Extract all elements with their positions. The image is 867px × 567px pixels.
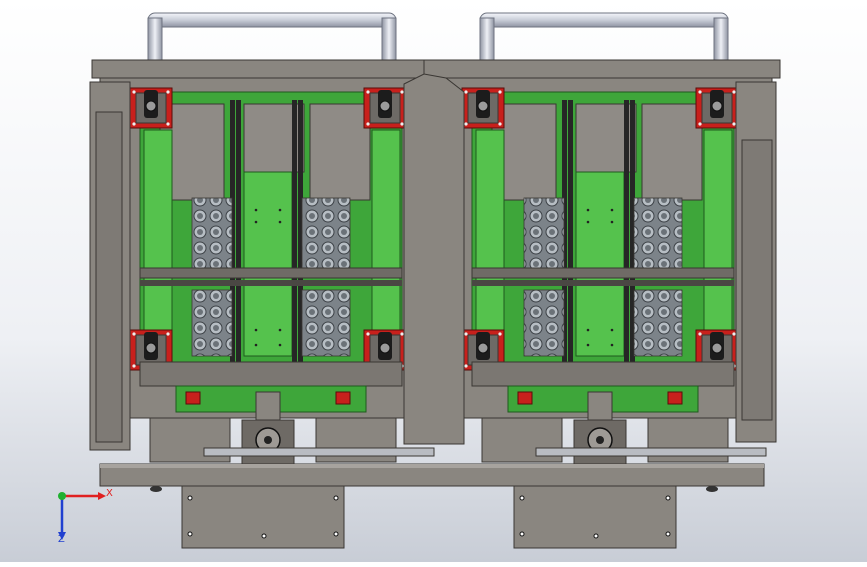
vertical-rail: [624, 100, 629, 362]
gear-mount: [255, 391, 281, 421]
side-panel-left-inner: [95, 111, 123, 443]
z-axis-label: Z: [58, 534, 65, 545]
left-column: [475, 129, 505, 341]
coordinate-triad: X Z Y: [48, 480, 118, 550]
tray-lower-left: [523, 289, 565, 357]
tray-lower-right: [633, 289, 683, 357]
y-axis-dot: [58, 492, 66, 500]
vertical-rail: [568, 100, 573, 362]
mounting-plate: [513, 485, 677, 549]
right-column: [703, 129, 733, 341]
base-beam-highlight: [100, 464, 764, 468]
limit-switch: [667, 391, 683, 405]
limit-switch: [185, 391, 201, 405]
center-divider: [403, 73, 465, 445]
top-pocket-right: [309, 103, 371, 201]
mid-crossbar-shadow: [472, 280, 734, 286]
tray-upper-left: [191, 197, 233, 271]
slide-rail: [535, 447, 767, 457]
lower-mechanism: [139, 361, 403, 387]
lower-mechanism: [471, 361, 735, 387]
top-pocket-right: [641, 103, 703, 201]
side-panel-right-inner: [741, 139, 773, 421]
mid-crossbar-shadow: [140, 280, 402, 286]
right-column: [371, 129, 401, 341]
limit-switch: [517, 391, 533, 405]
tray-lower-right: [301, 289, 351, 357]
mid-crossbar: [471, 267, 735, 279]
foot: [150, 486, 162, 492]
tray-upper-right: [633, 197, 683, 271]
vertical-rail: [292, 100, 297, 362]
tray-lower-left: [191, 289, 233, 357]
x-axis-label: X: [106, 488, 113, 499]
top-beam: [91, 59, 449, 79]
bracket-top-left: [129, 87, 173, 129]
bracket-top-left: [461, 87, 505, 129]
cad-viewport[interactable]: X Z Y: [0, 0, 867, 562]
tray-upper-left: [523, 197, 565, 271]
bracket-top-right: [695, 87, 739, 129]
center-column: [575, 171, 625, 357]
gear-hub: [264, 436, 272, 444]
gear-mount: [587, 391, 613, 421]
top-beam: [423, 59, 781, 79]
center-column: [243, 171, 293, 357]
limit-switch: [335, 391, 351, 405]
tray-upper-right: [301, 197, 351, 271]
assembly-drawing: [0, 0, 867, 562]
left-column: [143, 129, 173, 341]
mid-crossbar: [139, 267, 403, 279]
gear-hub: [596, 436, 604, 444]
foot: [706, 486, 718, 492]
slide-rail: [203, 447, 435, 457]
mounting-plate: [181, 485, 345, 549]
x-axis-head: [98, 492, 106, 500]
vertical-rail: [236, 100, 241, 362]
bracket-top-right: [363, 87, 407, 129]
